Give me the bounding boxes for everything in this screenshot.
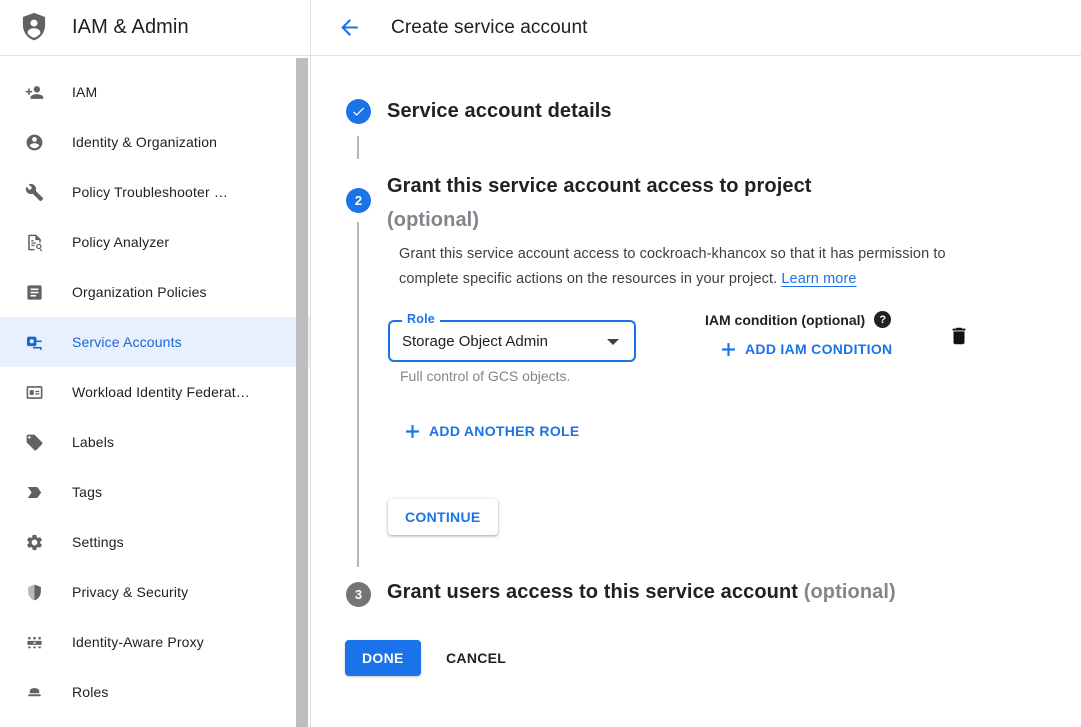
iam-shield-icon (20, 12, 48, 44)
sidebar-header: IAM & Admin (0, 0, 310, 56)
chevron-down-icon (607, 339, 619, 345)
step3-title-text: Grant users access to this service accou… (387, 581, 798, 603)
article-icon (24, 282, 44, 302)
sidebar-item-settings[interactable]: Settings (0, 517, 310, 567)
step3-optional-label: (optional) (804, 581, 896, 603)
sidebar-item-iam[interactable]: IAM (0, 67, 310, 117)
add-another-role-button[interactable]: ADD ANOTHER ROLE (405, 423, 580, 439)
sidebar-item-label: Privacy & Security (72, 584, 188, 600)
sidebar-item-label: Workload Identity Federat… (72, 384, 250, 400)
add-another-role-label: ADD ANOTHER ROLE (429, 423, 580, 439)
sidebar-item-label: Settings (72, 534, 124, 550)
add-iam-condition-label: ADD IAM CONDITION (745, 341, 892, 357)
step2-description: Grant this service account access to coc… (399, 242, 983, 292)
sidebar-item-label: Identity-Aware Proxy (72, 634, 204, 650)
sidebar-item-roles[interactable]: Roles (0, 667, 310, 717)
sidebar-item-privacy-security[interactable]: Privacy & Security (0, 567, 310, 617)
sidebar-item-label: Organization Policies (72, 284, 207, 300)
sidebar-item-labels[interactable]: Labels (0, 417, 310, 467)
main-content: Create service account Service account d… (311, 0, 1081, 727)
sidebar-item-policy-analyzer[interactable]: Policy Analyzer (0, 217, 310, 267)
step2-number-badge: 2 (346, 188, 371, 213)
step2-title: Grant this service account access to pro… (387, 169, 907, 237)
sidebar-item-service-accounts[interactable]: Service Accounts (0, 317, 310, 367)
sidebar: IAM & Admin IAM Identity & Organization (0, 0, 311, 727)
sidebar-item-tags[interactable]: Tags (0, 467, 310, 517)
iam-condition-header: IAM condition (optional) ? (705, 311, 891, 328)
app-title: IAM & Admin (72, 16, 189, 39)
step2-optional-label: (optional) (387, 209, 479, 231)
delete-role-button[interactable] (948, 325, 970, 350)
step2-number: 2 (355, 193, 362, 208)
add-iam-condition-button[interactable]: ADD IAM CONDITION (721, 341, 892, 357)
sidebar-item-label: Tags (72, 484, 102, 500)
roles-hat-icon (24, 682, 44, 702)
help-icon[interactable]: ? (874, 311, 891, 328)
page-header: Create service account (311, 0, 1081, 56)
sidebar-item-identity-organization[interactable]: Identity & Organization (0, 117, 310, 167)
sidebar-item-workload-identity-federation[interactable]: Workload Identity Federat… (0, 367, 310, 417)
shield-icon (24, 582, 44, 602)
cancel-button[interactable]: CANCEL (430, 640, 522, 676)
sidebar-item-label: Labels (72, 434, 114, 450)
done-button[interactable]: DONE (345, 640, 421, 676)
role-field-label: Role (402, 312, 440, 326)
label-tag-icon (24, 432, 44, 452)
step2-description-text: Grant this service account access to coc… (399, 246, 946, 287)
step3-number: 3 (355, 587, 362, 602)
step1-complete-badge (346, 99, 371, 124)
sidebar-item-organization-policies[interactable]: Organization Policies (0, 267, 310, 317)
sidebar-item-label: Policy Troubleshooter … (72, 184, 228, 200)
role-dropdown[interactable]: Role Storage Object Admin (388, 320, 636, 362)
sidebar-scrollbar-thumb[interactable] (296, 58, 308, 727)
back-arrow-icon[interactable] (335, 14, 363, 42)
sidebar-nav: IAM Identity & Organization Policy Troub… (0, 56, 310, 717)
step1-title: Service account details (387, 100, 612, 123)
account-circle-icon (24, 132, 44, 152)
step-connector (357, 136, 359, 159)
proxy-component-icon (24, 632, 44, 652)
trash-icon (948, 325, 970, 347)
step3-number-badge: 3 (346, 582, 371, 607)
learn-more-link[interactable]: Learn more (781, 271, 856, 287)
id-card-icon (24, 382, 44, 402)
service-account-key-icon (24, 332, 44, 352)
step3-title: Grant users access to this service accou… (387, 581, 1047, 604)
sidebar-item-label: Roles (72, 684, 109, 700)
tag-arrow-icon (24, 482, 44, 502)
step-connector (357, 222, 359, 567)
role-selected-value: Storage Object Admin (402, 333, 548, 350)
document-search-icon (24, 232, 44, 252)
wrench-icon (24, 182, 44, 202)
plus-icon (721, 342, 736, 357)
check-icon (351, 104, 366, 119)
sidebar-item-label: Policy Analyzer (72, 234, 169, 250)
continue-button[interactable]: CONTINUE (388, 499, 498, 535)
sidebar-item-label: Identity & Organization (72, 134, 217, 150)
sidebar-item-policy-troubleshooter[interactable]: Policy Troubleshooter … (0, 167, 310, 217)
sidebar-item-label: Service Accounts (72, 334, 182, 350)
iam-condition-label: IAM condition (optional) (705, 312, 865, 328)
page-title: Create service account (391, 17, 588, 39)
step2-title-text: Grant this service account access to pro… (387, 175, 812, 197)
role-helper-text: Full control of GCS objects. (400, 368, 570, 384)
app-window: IAM & Admin IAM Identity & Organization (0, 0, 1081, 727)
gear-icon (24, 532, 44, 552)
sidebar-item-label: IAM (72, 84, 97, 100)
sidebar-item-identity-aware-proxy[interactable]: Identity-Aware Proxy (0, 617, 310, 667)
person-add-icon (24, 82, 44, 102)
plus-icon (405, 424, 420, 439)
